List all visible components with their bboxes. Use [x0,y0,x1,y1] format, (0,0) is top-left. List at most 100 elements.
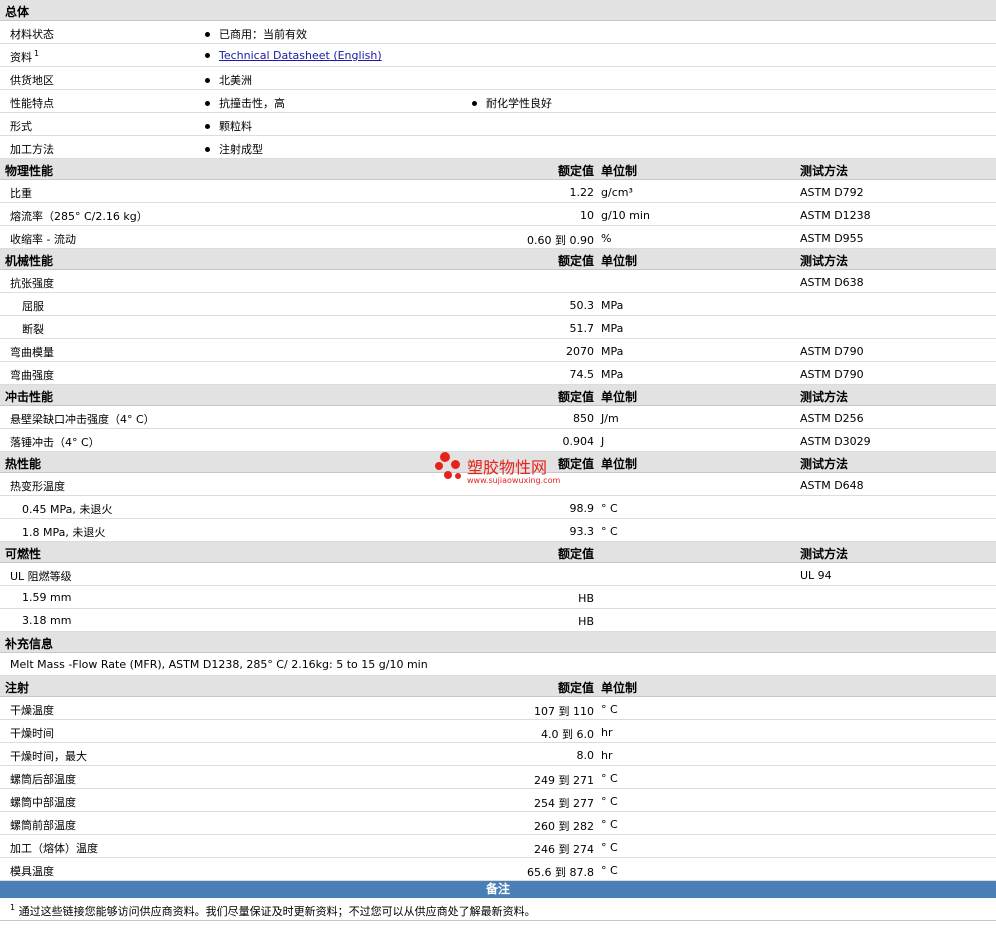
property-value: 0.904 [562,435,595,448]
property-test-method: ASTM D256 [800,412,864,425]
property-label: 干燥时间 [10,727,54,740]
section-impact: 冲击性能 额定值 单位制 测试方法 [0,385,996,406]
row-label: 加工方法 [10,143,54,156]
property-label: 0.45 MPa, 未退火 [22,503,113,516]
physical-rows: 比重 1.22 g/cm³ ASTM D792 熔流率（285° C/2.16 kg） 1… [0,180,996,249]
property-value: 249 到 271 [534,774,594,787]
header-unit: 单位制 [601,681,638,695]
property-test-method: UL 94 [800,569,832,582]
property-value: 98.9 [569,502,595,515]
property-row: 弯曲模量 2070 MPa ASTM D790 [0,339,996,362]
row-label: 性能特点 [10,97,54,110]
row-label: 资料 1 [10,49,40,64]
header-value: 额定值 [557,254,594,268]
property-label: 比重 [10,187,32,200]
property-label: 3.18 mm [22,614,72,627]
watermark-dot [435,462,443,470]
property-value: 74.5 [569,368,595,381]
property-row: UL 阻燃等级 UL 94 [0,563,996,586]
property-unit: MPa [601,299,624,312]
bullet-item: 耐化学性良好 [472,95,552,111]
property-unit: ° C [601,795,618,808]
header-test: 测试方法 [800,254,849,268]
impact-rows: 悬壁梁缺口冲击强度（4° C） 850 J/m ASTM D256 落锤冲击（4° C）… [0,406,996,452]
property-unit: hr [601,726,613,739]
property-label: UL 阻燃等级 [10,570,72,583]
property-unit: ° C [601,818,618,831]
property-value: 50.3 [569,299,595,312]
property-row: 悬壁梁缺口冲击强度（4° C） 850 J/m ASTM D256 [0,406,996,429]
property-test-method: ASTM D955 [800,232,864,245]
header-test: 测试方法 [800,457,849,471]
bullet-item: Technical Datasheet (English) [205,49,382,62]
property-row: 比重 1.22 g/cm³ ASTM D792 [0,180,996,203]
property-unit: g/10 min [601,209,650,222]
section-title: 可燃性 [5,547,42,561]
technical-datasheet-link[interactable]: Technical Datasheet (English) [219,49,382,62]
property-unit: ° C [601,772,618,785]
footnote-marker: 1 [34,49,40,58]
property-value: 246 到 274 [534,843,594,856]
header-test: 测试方法 [800,390,849,404]
bullet-item: 北美洲 [205,72,252,88]
row-form: 形式 颗粒料 [0,113,996,136]
section-title: 补充信息 [5,637,54,651]
property-unit: MPa [601,345,624,358]
section-title: 物理性能 [5,164,54,178]
property-label: 干燥温度 [10,704,54,717]
property-value: 254 到 277 [534,797,594,810]
section-flammability: 可燃性 额定值 测试方法 [0,542,996,563]
section-mechanical: 机械性能 额定值 单位制 测试方法 [0,249,996,270]
property-row: 抗张强度 ASTM D638 [0,270,996,293]
property-label: 弯曲强度 [10,369,54,382]
property-label: 屈服 [22,300,44,313]
property-row: 干燥温度 107 到 110 ° C [0,697,996,720]
bullet-icon [205,123,210,129]
bullet-icon [205,146,210,152]
property-label: 热变形温度 [10,480,65,493]
property-test-method: ASTM D3029 [800,435,871,448]
property-test-method: ASTM D790 [800,368,864,381]
property-value: 65.6 到 87.8 [527,866,594,879]
row-processing-method: 加工方法 注射成型 [0,136,996,159]
bullet-item: 注射成型 [205,141,263,157]
property-unit: MPa [601,368,624,381]
property-label: 悬壁梁缺口冲击强度（4° C） [10,413,155,426]
property-label: 1.8 MPa, 未退火 [22,526,106,539]
row-label: 供货地区 [10,74,54,87]
property-test-method: ASTM D790 [800,345,864,358]
section-physical: 物理性能 额定值 单位制 测试方法 [0,159,996,180]
property-row: 断裂 51.7 MPa [0,316,996,339]
property-row: 螺筒后部温度 249 到 271 ° C [0,766,996,789]
property-unit: J/m [601,412,619,425]
property-unit: % [601,232,612,245]
property-row: 3.18 mm HB [0,609,996,632]
property-unit: ° C [601,502,618,515]
notes-row: 1 通过这些链接您能够访问供应商资料。我们尽量保证及时更新资料；不过您可以从供应… [0,898,996,921]
property-value: 107 到 110 [534,705,594,718]
property-row: 螺筒中部温度 254 到 277 ° C [0,789,996,812]
bullet-icon [205,52,210,58]
property-value: HB [578,592,594,605]
property-test-method: ASTM D792 [800,186,864,199]
row-material-status: 材料状态 已商用：当前有效 [0,21,996,44]
header-unit: 单位制 [601,390,638,404]
property-label: 1.59 mm [22,591,72,604]
bullet-item: 颗粒料 [205,118,252,134]
header-test: 测试方法 [800,164,849,178]
property-unit: ° C [601,525,618,538]
property-value: 93.3 [569,525,595,538]
property-value: 4.0 到 6.0 [541,728,594,741]
property-unit: g/cm³ [601,186,633,199]
row-availability: 供货地区 北美洲 [0,67,996,90]
watermark-dot [440,452,450,462]
bullet-icon [472,100,477,106]
header-unit: 单位制 [601,254,638,268]
property-row: 干燥时间 4.0 到 6.0 hr [0,720,996,743]
property-test-method: ASTM D638 [800,276,864,289]
section-title: 总体 [5,5,30,19]
bullet-item: 抗撞击性，高 [205,95,285,111]
row-features: 性能特点 抗撞击性，高 耐化学性良好 [0,90,996,113]
property-unit: ° C [601,864,618,877]
watermark-url: www.sujiaowuxing.com [467,476,561,485]
